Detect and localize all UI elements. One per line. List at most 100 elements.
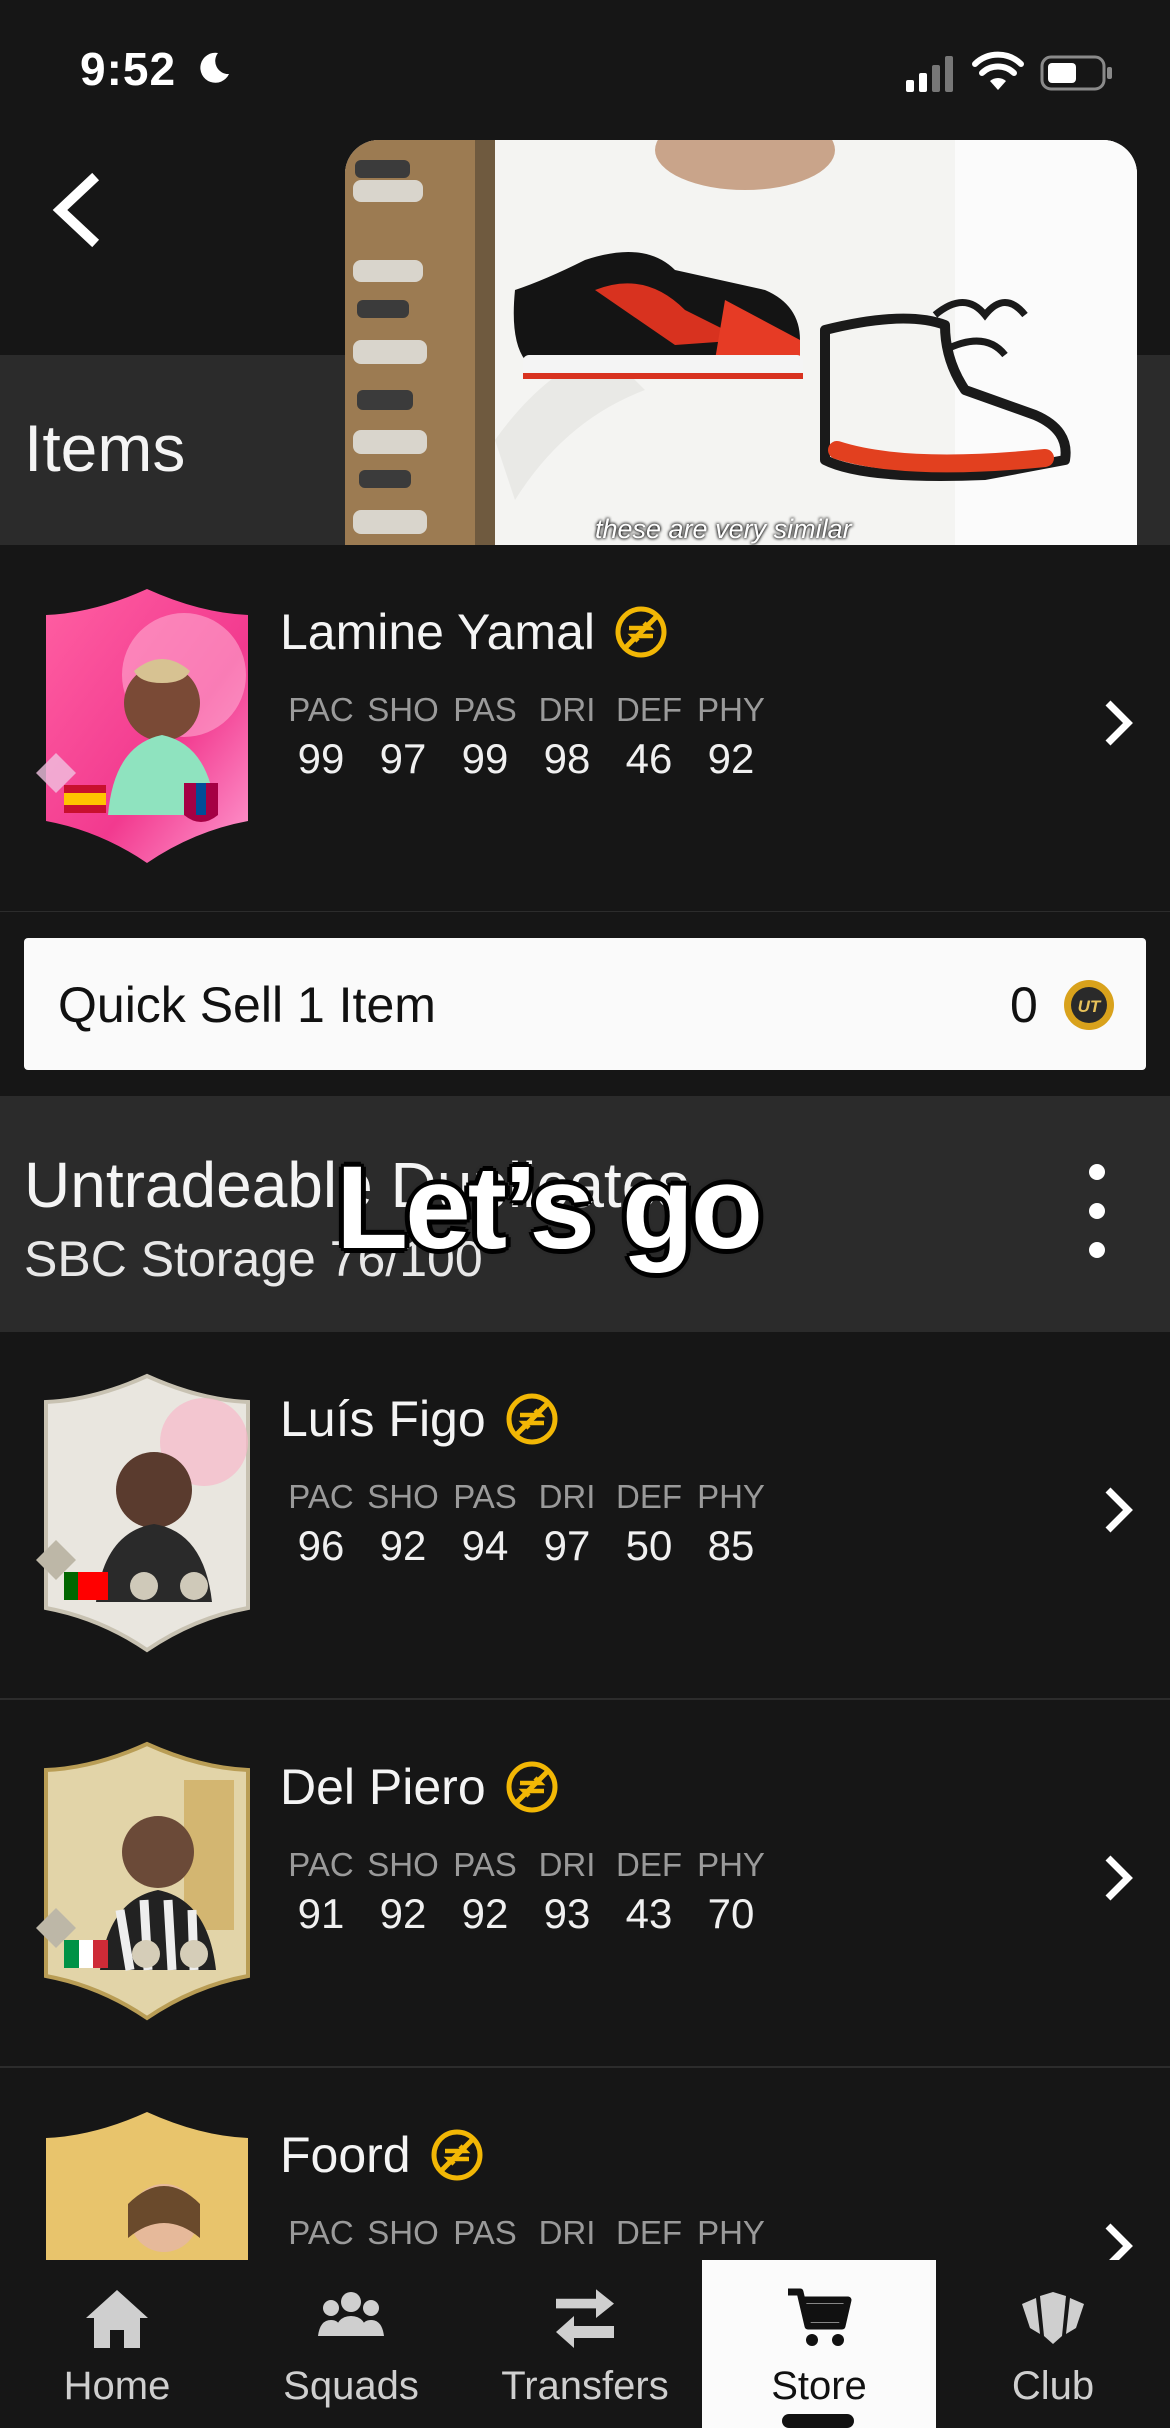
wifi-icon xyxy=(972,51,1024,90)
tab-label: Transfers xyxy=(501,2364,669,2408)
video-caption: these are very similar xyxy=(595,514,852,544)
transfers-icon xyxy=(556,2289,614,2348)
stat-value: 85 xyxy=(707,1522,755,1569)
stat-label: PHY xyxy=(697,1846,765,1883)
tab-label: Home xyxy=(63,2364,171,2408)
back-button[interactable] xyxy=(40,170,110,250)
stat-value: 98 xyxy=(543,735,591,782)
stat-value: 93 xyxy=(543,1890,591,1937)
tab-store[interactable]: Store xyxy=(702,2260,936,2428)
player-row-del-piero[interactable]: Del Piero PAC SHO PAS DRI DEF PHY 91 92 … xyxy=(0,1700,1170,2068)
video-overlay[interactable]: these are very similar xyxy=(345,140,1137,584)
tab-club[interactable]: Club xyxy=(936,2260,1170,2428)
stat-label: PAS xyxy=(453,691,517,728)
stat-label: PHY xyxy=(697,1478,765,1515)
tab-squads[interactable]: Squads xyxy=(234,2260,468,2428)
stat-label: SHO xyxy=(367,1846,439,1883)
player-card-image xyxy=(36,1373,250,1653)
stat-label: DRI xyxy=(538,691,596,728)
untradeable-icon xyxy=(506,1393,558,1445)
player-name: Lamine Yamal xyxy=(280,603,669,661)
stat-labels: PAC SHO PAS DRI DEF PHY xyxy=(280,1846,772,1884)
stat-value: 91 xyxy=(297,1890,345,1937)
stat-labels: PAC SHO PAS DRI DEF PHY xyxy=(280,2214,772,2252)
stat-value: 96 xyxy=(297,1522,345,1569)
items-title: Items xyxy=(24,411,186,485)
player-card-image xyxy=(36,1741,250,2021)
player-row-luis-figo[interactable]: Luís Figo PAC SHO PAS DRI DEF PHY 96 92 … xyxy=(0,1332,1170,1700)
status-time: 9:52 xyxy=(80,43,177,95)
stat-values: 96 92 94 97 50 85 xyxy=(280,1522,772,1570)
stat-values: 99 97 99 98 46 92 xyxy=(280,735,772,783)
player-name: Foord xyxy=(280,2126,485,2184)
tab-transfers[interactable]: Transfers xyxy=(468,2260,702,2428)
bottom-tab-bar: Home Squads Transfers Store Club xyxy=(0,2260,1170,2428)
player-name-text: Del Piero xyxy=(280,1759,486,1815)
stat-label: DEF xyxy=(616,691,682,728)
stat-label: DEF xyxy=(616,1478,682,1515)
untradeable-icon xyxy=(506,1761,558,1813)
untradeable-icon xyxy=(615,606,667,658)
stat-label: DRI xyxy=(538,1478,596,1515)
stat-label: SHO xyxy=(367,1478,439,1515)
stat-labels: PAC SHO PAS DRI DEF PHY xyxy=(280,1478,772,1516)
battery-icon xyxy=(1040,55,1112,91)
player-card-image xyxy=(36,589,248,863)
quick-sell-value: 0 xyxy=(1010,977,1038,1033)
stat-label: SHO xyxy=(367,691,439,728)
home-icon xyxy=(86,2290,148,2348)
stat-value: 50 xyxy=(625,1522,673,1569)
quick-sell-button[interactable]: Quick Sell 1 Item 0 UT xyxy=(24,938,1146,1070)
stat-labels: PAC SHO PAS DRI DEF PHY xyxy=(280,691,772,729)
chevron-right-icon[interactable] xyxy=(1098,1850,1138,1906)
stat-label: PAC xyxy=(288,1478,354,1515)
tab-home[interactable]: Home xyxy=(0,2260,234,2428)
squads-icon xyxy=(318,2292,384,2336)
player-row-foord[interactable]: Foord PAC SHO PAS DRI DEF PHY xyxy=(0,2068,1170,2260)
stat-label: PAC xyxy=(288,1846,354,1883)
chevron-right-icon[interactable] xyxy=(1098,1482,1138,1538)
player-row-lamine-yamal[interactable]: Lamine Yamal PAC SHO PAS DRI DEF PHY 99 … xyxy=(0,545,1170,913)
tab-label: Store xyxy=(771,2364,867,2408)
player-name-text: Lamine Yamal xyxy=(280,604,595,660)
stat-value: 97 xyxy=(379,735,427,782)
stat-values: 91 92 92 93 43 70 xyxy=(280,1890,772,1938)
stat-label: DRI xyxy=(538,2214,596,2251)
stat-label: PHY xyxy=(697,2214,765,2251)
stat-label: PAS xyxy=(453,1846,517,1883)
tab-label: Squads xyxy=(283,2364,419,2408)
stat-label: PAS xyxy=(453,1478,517,1515)
quick-sell-label: Quick Sell 1 Item xyxy=(58,977,436,1033)
stat-value: 43 xyxy=(625,1890,673,1937)
stat-value: 92 xyxy=(379,1890,427,1937)
stat-value: 92 xyxy=(707,735,755,782)
stat-label: PAC xyxy=(288,2214,354,2251)
chevron-right-icon[interactable] xyxy=(1098,695,1138,751)
tab-label: Club xyxy=(1011,2364,1095,2408)
stat-value: 92 xyxy=(461,1890,509,1937)
player-name: Del Piero xyxy=(280,1758,560,1816)
stat-value: 70 xyxy=(707,1890,755,1937)
video-overlay-caption: Let’s go xyxy=(336,1142,763,1274)
player-card-image xyxy=(46,2112,248,2260)
stat-value: 46 xyxy=(625,735,673,782)
stat-value: 94 xyxy=(461,1522,509,1569)
chevron-right-icon[interactable] xyxy=(1098,2218,1138,2260)
coin-text: UT xyxy=(1078,997,1102,1016)
stat-label: PAS xyxy=(453,2214,517,2251)
stat-label: SHO xyxy=(367,2214,439,2251)
cellular-signal-icon xyxy=(906,56,953,92)
untradeable-icon xyxy=(431,2129,483,2181)
stat-value: 99 xyxy=(297,735,345,782)
club-icon xyxy=(1022,2292,1084,2344)
status-bar: 9:52 xyxy=(0,0,1170,140)
player-name: Luís Figo xyxy=(280,1390,560,1448)
coin-icon: UT xyxy=(1064,980,1114,1030)
cart-icon xyxy=(788,2288,852,2346)
stat-value: 92 xyxy=(379,1522,427,1569)
stat-label: DEF xyxy=(616,2214,682,2251)
stat-label: DRI xyxy=(538,1846,596,1883)
stat-value: 97 xyxy=(543,1522,591,1569)
more-options-icon[interactable] xyxy=(1082,1156,1112,1266)
stat-label: PHY xyxy=(697,691,765,728)
